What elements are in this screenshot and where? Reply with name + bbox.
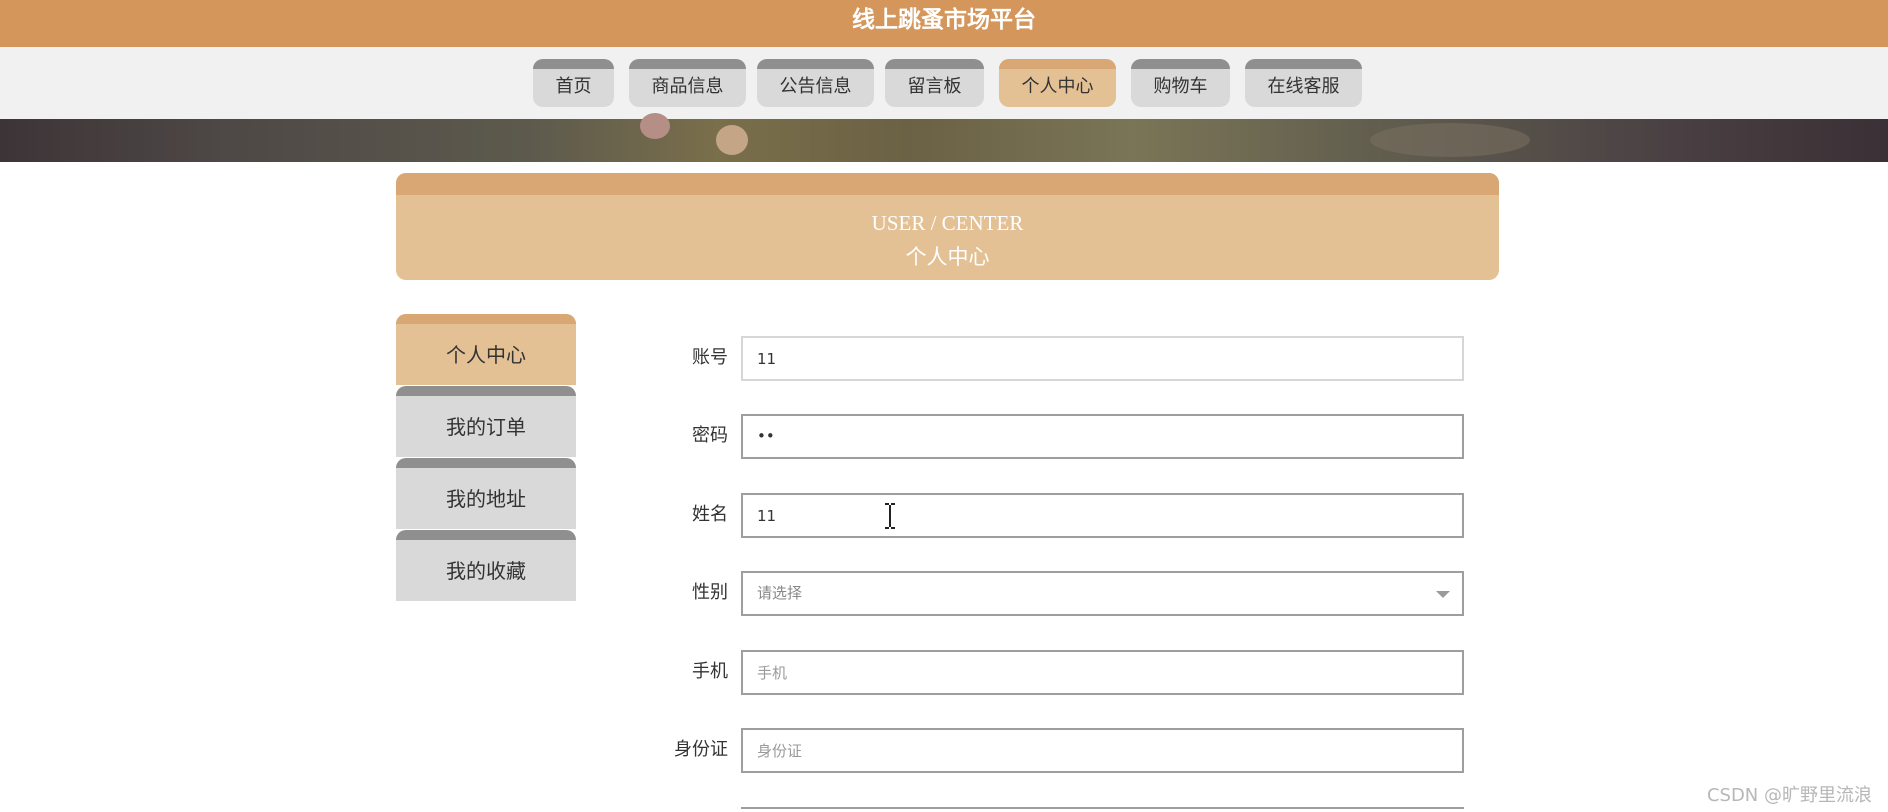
id-card-label: 身份证 [674,739,728,760]
nav-home-label: 首页 [555,76,592,97]
password-label: 密码 [692,425,728,446]
user-center-title-cn: 个人中心 [905,245,990,269]
site-title-bar: 线上跳蚤市场平台 [0,0,1888,47]
sidebar-item-label: 我的地址 [446,487,526,511]
sidebar-item-label: 个人中心 [446,343,526,367]
nav-message-board[interactable]: 留言板 [885,59,984,107]
phone-field[interactable] [741,650,1464,695]
nav-home[interactable]: 首页 [533,59,614,107]
user-center-header: USER / CENTER 个人中心 [396,173,1499,280]
account-label: 账号 [692,347,728,368]
banner-image [0,113,1888,162]
nav-user-center-label: 个人中心 [1021,76,1094,97]
sidebar-item-my-favorites[interactable]: 我的收藏 [396,530,576,601]
nav-customer-service-label: 在线客服 [1267,76,1340,97]
phone-label: 手机 [692,661,728,682]
banner-blossom [716,125,748,155]
site-title: 线上跳蚤市场平台 [852,7,1036,33]
gender-select-placeholder: 请选择 [757,584,803,602]
nav-user-center[interactable]: 个人中心 [999,59,1116,107]
user-center-title-en: USER / CENTER [871,211,1024,235]
nav-announcements[interactable]: 公告信息 [757,59,874,107]
nav-customer-service[interactable]: 在线客服 [1245,59,1362,107]
name-field[interactable] [741,493,1464,538]
sidebar-item-label: 我的收藏 [446,559,526,583]
nav-announcements-label: 公告信息 [779,76,852,97]
next-field-edge [741,807,1464,812]
nav-products-label: 商品信息 [651,76,724,97]
sidebar-item-my-addresses[interactable]: 我的地址 [396,458,576,529]
nav-cart[interactable]: 购物车 [1131,59,1230,107]
gender-select[interactable]: 请选择 [741,571,1464,616]
account-field[interactable] [741,336,1464,381]
password-field[interactable]: •• [741,414,1464,459]
watermark: CSDN @旷野里流浪 [1706,785,1872,806]
nav-cart-label: 购物车 [1153,76,1208,97]
nav-message-board-label: 留言板 [907,76,962,97]
main-nav: 首页 商品信息 公告信息 留言板 个人中心 购物车 在线客服 [0,47,1888,119]
sidebar-item-my-orders[interactable]: 我的订单 [396,386,576,457]
sidebar-item-label: 我的订单 [446,415,526,439]
header-stripe [396,173,1499,195]
banner-shade [1370,123,1530,157]
nav-products[interactable]: 商品信息 [629,59,746,107]
sidebar-item-user-center[interactable]: 个人中心 [396,314,576,385]
chevron-down-icon [1436,591,1450,598]
text-cursor-icon [885,503,895,529]
gender-label: 性别 [692,582,728,603]
password-value: •• [757,427,775,445]
name-label: 姓名 [692,504,728,525]
id-card-field[interactable] [741,728,1464,773]
banner-blossom [640,113,670,139]
